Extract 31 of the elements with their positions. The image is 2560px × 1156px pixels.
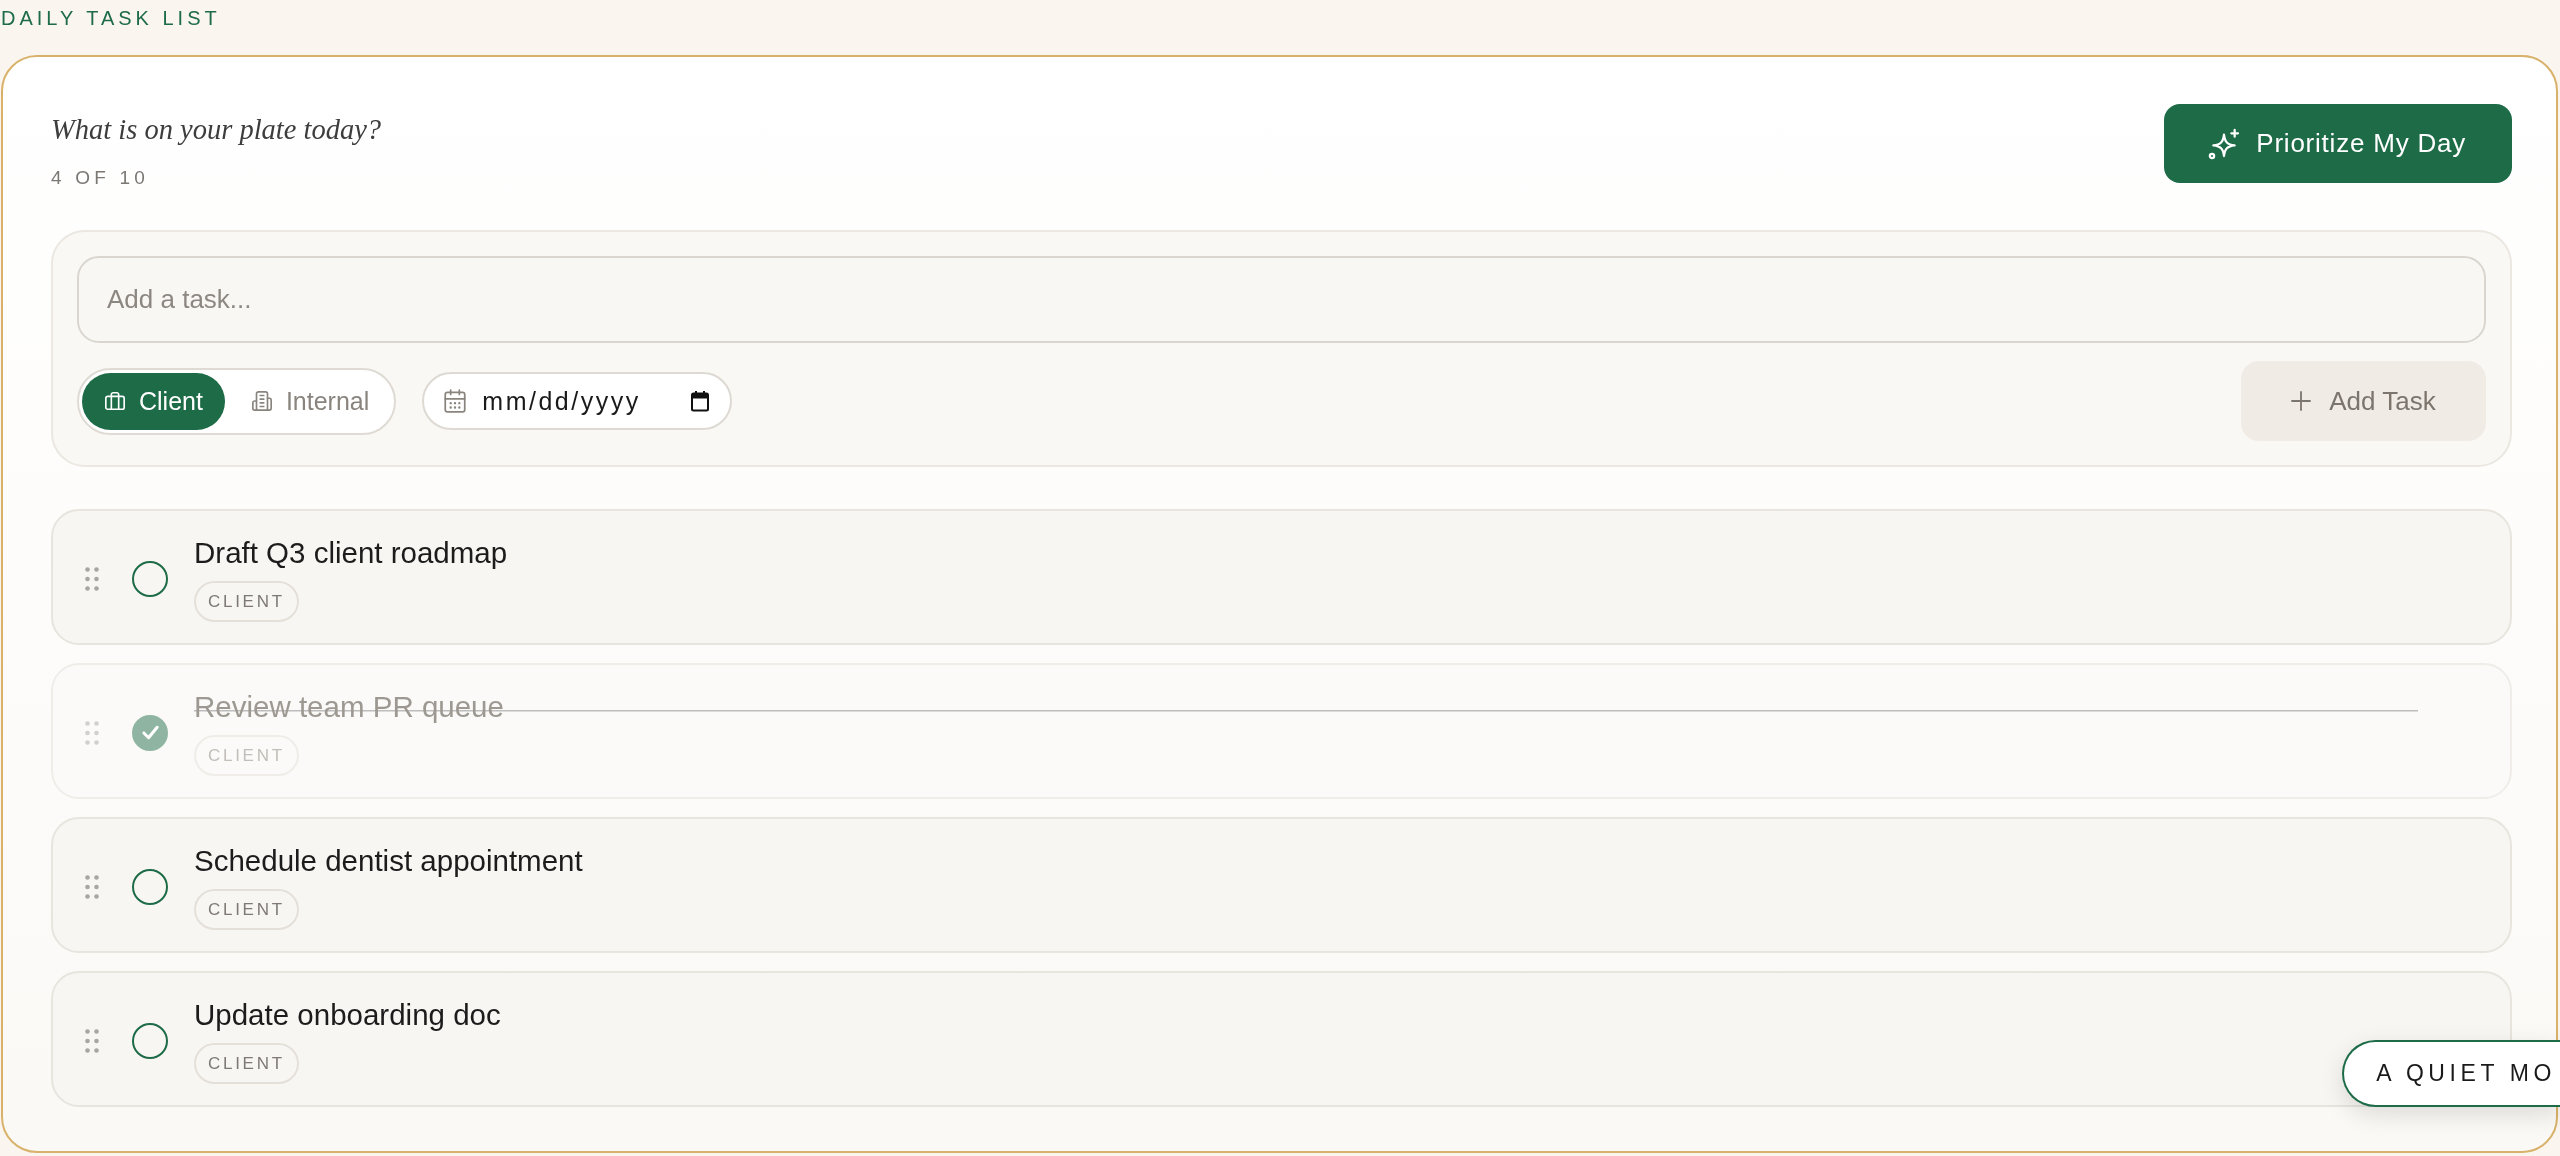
category-option[interactable]: Client [82,372,225,430]
drag-handle-icon[interactable] [85,874,99,899]
page-heading: What is on your plate today? [51,113,382,147]
category-tag: CLIENT [194,581,299,622]
drag-handle-icon[interactable] [85,720,99,745]
category-tag: CLIENT [194,1043,299,1084]
task-checkbox[interactable] [132,714,168,751]
task-input[interactable]: Add a task... [77,256,2486,343]
date-field[interactable]: mm/dd/yyyy [422,372,733,430]
prioritize-button[interactable]: Prioritize My Day [2164,104,2512,183]
drag-handle-icon[interactable] [85,1028,99,1053]
category-tag: CLIENT [194,735,299,776]
drag-handle-icon[interactable] [85,566,99,591]
calendar-icon[interactable] [690,390,711,412]
category-tag: CLIENT [194,889,299,930]
task-checkbox[interactable] [132,1022,168,1059]
building-icon [250,390,273,412]
calendar-icon [442,388,469,414]
task-checkbox[interactable] [132,868,168,905]
briefcase-icon [104,390,126,412]
check-icon [140,723,160,742]
app-title: DAILY TASK LIST [1,6,221,31]
task-title: Schedule dentist appointment [194,843,583,879]
category-option[interactable]: Internal [228,372,392,430]
task-title: Draft Q3 client roadmap [194,535,508,571]
sparkles-icon [2208,127,2241,160]
task-checkbox[interactable] [132,560,168,597]
plus-icon [2291,391,2312,411]
task-title: Update onboarding doc [194,997,501,1033]
task-count: 4 OF 10 [51,166,149,190]
floating-button[interactable]: A QUIET MO [2342,1040,2560,1107]
